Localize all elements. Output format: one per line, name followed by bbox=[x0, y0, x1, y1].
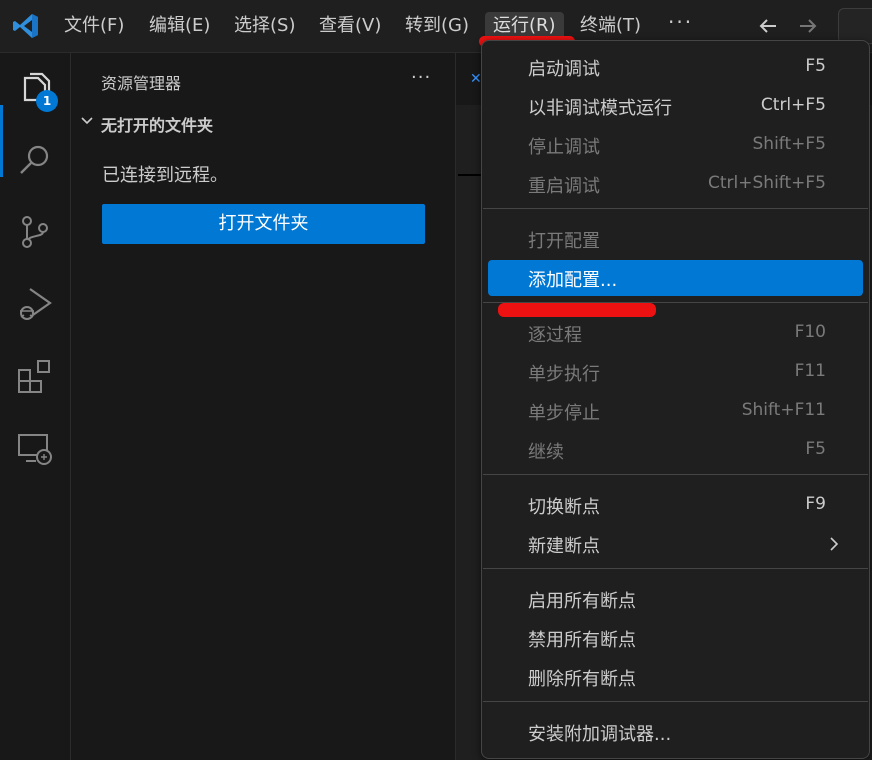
command-center-search[interactable] bbox=[838, 8, 872, 44]
menu-more-button[interactable]: ··· bbox=[668, 10, 693, 34]
menu-item-shortcut: F9 bbox=[805, 494, 826, 514]
menu-item-shortcut: F5 bbox=[805, 56, 826, 76]
menu-edit[interactable]: 编辑(E) bbox=[141, 12, 218, 40]
source-control-icon[interactable] bbox=[16, 213, 54, 251]
menu-item[interactable]: 切换断点 F9 bbox=[488, 487, 863, 523]
remote-connected-text: 已连接到远程。 bbox=[102, 165, 228, 186]
menu-item[interactable]: 继续 F5 bbox=[488, 432, 863, 468]
menu-item-shortcut: F5 bbox=[805, 439, 826, 459]
arrow-right-icon[interactable] bbox=[796, 14, 820, 38]
menu-item-label: 单步执行 bbox=[528, 364, 600, 385]
menu-item-label: 安装附加调试器... bbox=[528, 724, 672, 745]
menu-item-shortcut: F11 bbox=[794, 361, 826, 381]
menu-separator bbox=[483, 701, 868, 702]
run-menu-dropdown: 启动调试 F5 以非调试模式运行 Ctrl+F5 停止调试 Shift+F5 重启调试 Ctr… bbox=[481, 40, 870, 759]
chevron-right-icon bbox=[830, 537, 839, 551]
menu-item-label: 停止调试 bbox=[528, 137, 600, 158]
menu-item[interactable]: 启用所有断点 bbox=[488, 581, 863, 617]
menu-item[interactable]: 逐过程 F10 bbox=[488, 315, 863, 351]
explorer-badge: 1 bbox=[36, 90, 58, 112]
menu-item[interactable]: 打开配置 bbox=[488, 221, 863, 257]
menu-item-shortcut: Shift+F11 bbox=[741, 400, 826, 420]
menu-item-label: 启动调试 bbox=[528, 59, 600, 80]
sidebar-title: 资源管理器 bbox=[101, 74, 182, 93]
menu-item-label: 删除所有断点 bbox=[528, 669, 636, 690]
menu-go[interactable]: 转到(G) bbox=[397, 12, 477, 40]
menu-item-label: 添加配置... bbox=[528, 270, 618, 291]
remote-explorer-icon[interactable] bbox=[16, 431, 54, 469]
menu-item-shortcut: Ctrl+F5 bbox=[760, 95, 826, 115]
menu-item-label: 继续 bbox=[528, 442, 564, 463]
menu-item-label: 单步停止 bbox=[528, 403, 600, 424]
menu-separator bbox=[483, 568, 868, 569]
menu-item[interactable]: 安装附加调试器... bbox=[488, 714, 863, 750]
menu-item[interactable]: 重启调试 Ctrl+Shift+F5 bbox=[488, 166, 863, 202]
menu-item[interactable]: 单步执行 F11 bbox=[488, 354, 863, 390]
menu-view[interactable]: 查看(V) bbox=[311, 12, 389, 40]
arrow-left-icon[interactable] bbox=[756, 14, 780, 38]
vscode-logo-icon[interactable] bbox=[12, 12, 40, 40]
annotation-underline-add-config bbox=[498, 303, 656, 317]
menu-item[interactable]: 启动调试 F5 bbox=[488, 49, 863, 85]
menu-item-label: 逐过程 bbox=[528, 325, 582, 346]
menu-terminal[interactable]: 终端(T) bbox=[572, 12, 649, 40]
menu-item[interactable]: 新建断点 bbox=[488, 526, 863, 562]
menu-item-shortcut: Shift+F5 bbox=[752, 134, 826, 154]
active-indicator bbox=[0, 105, 3, 177]
vscode-tab-icon[interactable]: ✕ bbox=[470, 71, 482, 87]
menu-item[interactable]: 单步停止 Shift+F11 bbox=[488, 393, 863, 429]
chevron-down-icon[interactable] bbox=[79, 113, 95, 129]
menu-item-label: 切换断点 bbox=[528, 497, 600, 518]
menu-selection[interactable]: 选择(S) bbox=[226, 12, 303, 40]
explorer-sidebar: 资源管理器 ··· 无打开的文件夹 已连接到远程。 打开文件夹 bbox=[71, 53, 456, 760]
menu-item-label: 禁用所有断点 bbox=[528, 630, 636, 651]
menu-item-label: 启用所有断点 bbox=[528, 591, 636, 612]
menu-item[interactable]: 删除所有断点 bbox=[488, 659, 863, 695]
extensions-icon[interactable] bbox=[16, 358, 54, 396]
menu-item[interactable]: 以非调试模式运行 Ctrl+F5 bbox=[488, 88, 863, 124]
menu-item-label: 重启调试 bbox=[528, 176, 600, 197]
menu-item[interactable]: 添加配置... bbox=[488, 260, 863, 296]
menu-item[interactable]: 禁用所有断点 bbox=[488, 620, 863, 656]
activity-bar: 1 bbox=[0, 53, 71, 760]
menu-item-label: 打开配置 bbox=[528, 231, 600, 252]
run-debug-icon[interactable] bbox=[16, 285, 54, 323]
no-folder-section-title[interactable]: 无打开的文件夹 bbox=[101, 112, 213, 136]
menu-item-label: 以非调试模式运行 bbox=[528, 98, 672, 119]
menu-item-label: 新建断点 bbox=[528, 536, 600, 557]
open-folder-button[interactable]: 打开文件夹 bbox=[102, 204, 425, 244]
menu-file[interactable]: 文件(F) bbox=[56, 12, 132, 40]
menu-item[interactable]: 停止调试 Shift+F5 bbox=[488, 127, 863, 163]
menu-item-shortcut: F10 bbox=[794, 322, 826, 342]
search-icon[interactable] bbox=[16, 141, 54, 179]
menu-separator bbox=[483, 474, 868, 475]
menu-item-shortcut: Ctrl+Shift+F5 bbox=[708, 173, 826, 193]
menu-separator bbox=[483, 208, 868, 209]
sidebar-more-actions[interactable]: ··· bbox=[411, 67, 431, 88]
